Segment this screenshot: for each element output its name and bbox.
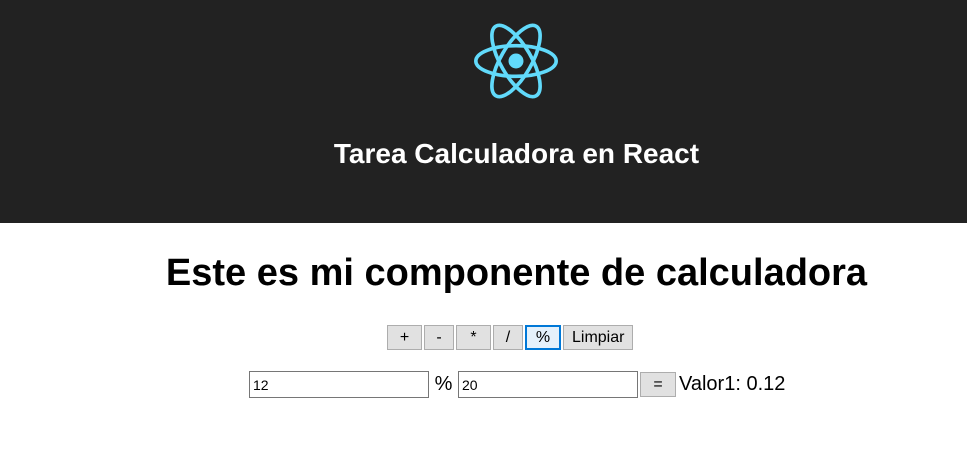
app-title: Tarea Calculadora en React: [333, 138, 700, 169]
add-button[interactable]: +: [387, 325, 422, 350]
app-header: Tarea Calculadora en React: [0, 0, 967, 223]
clear-button[interactable]: Limpiar: [563, 325, 634, 350]
operator-label: %: [434, 373, 453, 395]
value2-input[interactable]: [458, 371, 638, 398]
percent-button[interactable]: %: [525, 325, 561, 350]
calculator-row: % = Valor1: 0.12: [249, 371, 785, 398]
page-heading: Este es mi componente de calculadora: [165, 252, 868, 294]
value1-input[interactable]: [249, 371, 429, 398]
divide-button[interactable]: /: [493, 325, 523, 350]
react-logo-icon: [474, 23, 558, 99]
operation-toolbar: + - * / % Limpiar: [387, 325, 634, 350]
multiply-button[interactable]: *: [456, 325, 491, 350]
equals-button[interactable]: =: [640, 372, 676, 397]
subtract-button[interactable]: -: [424, 325, 454, 350]
result-text: Valor1: 0.12: [679, 373, 786, 395]
